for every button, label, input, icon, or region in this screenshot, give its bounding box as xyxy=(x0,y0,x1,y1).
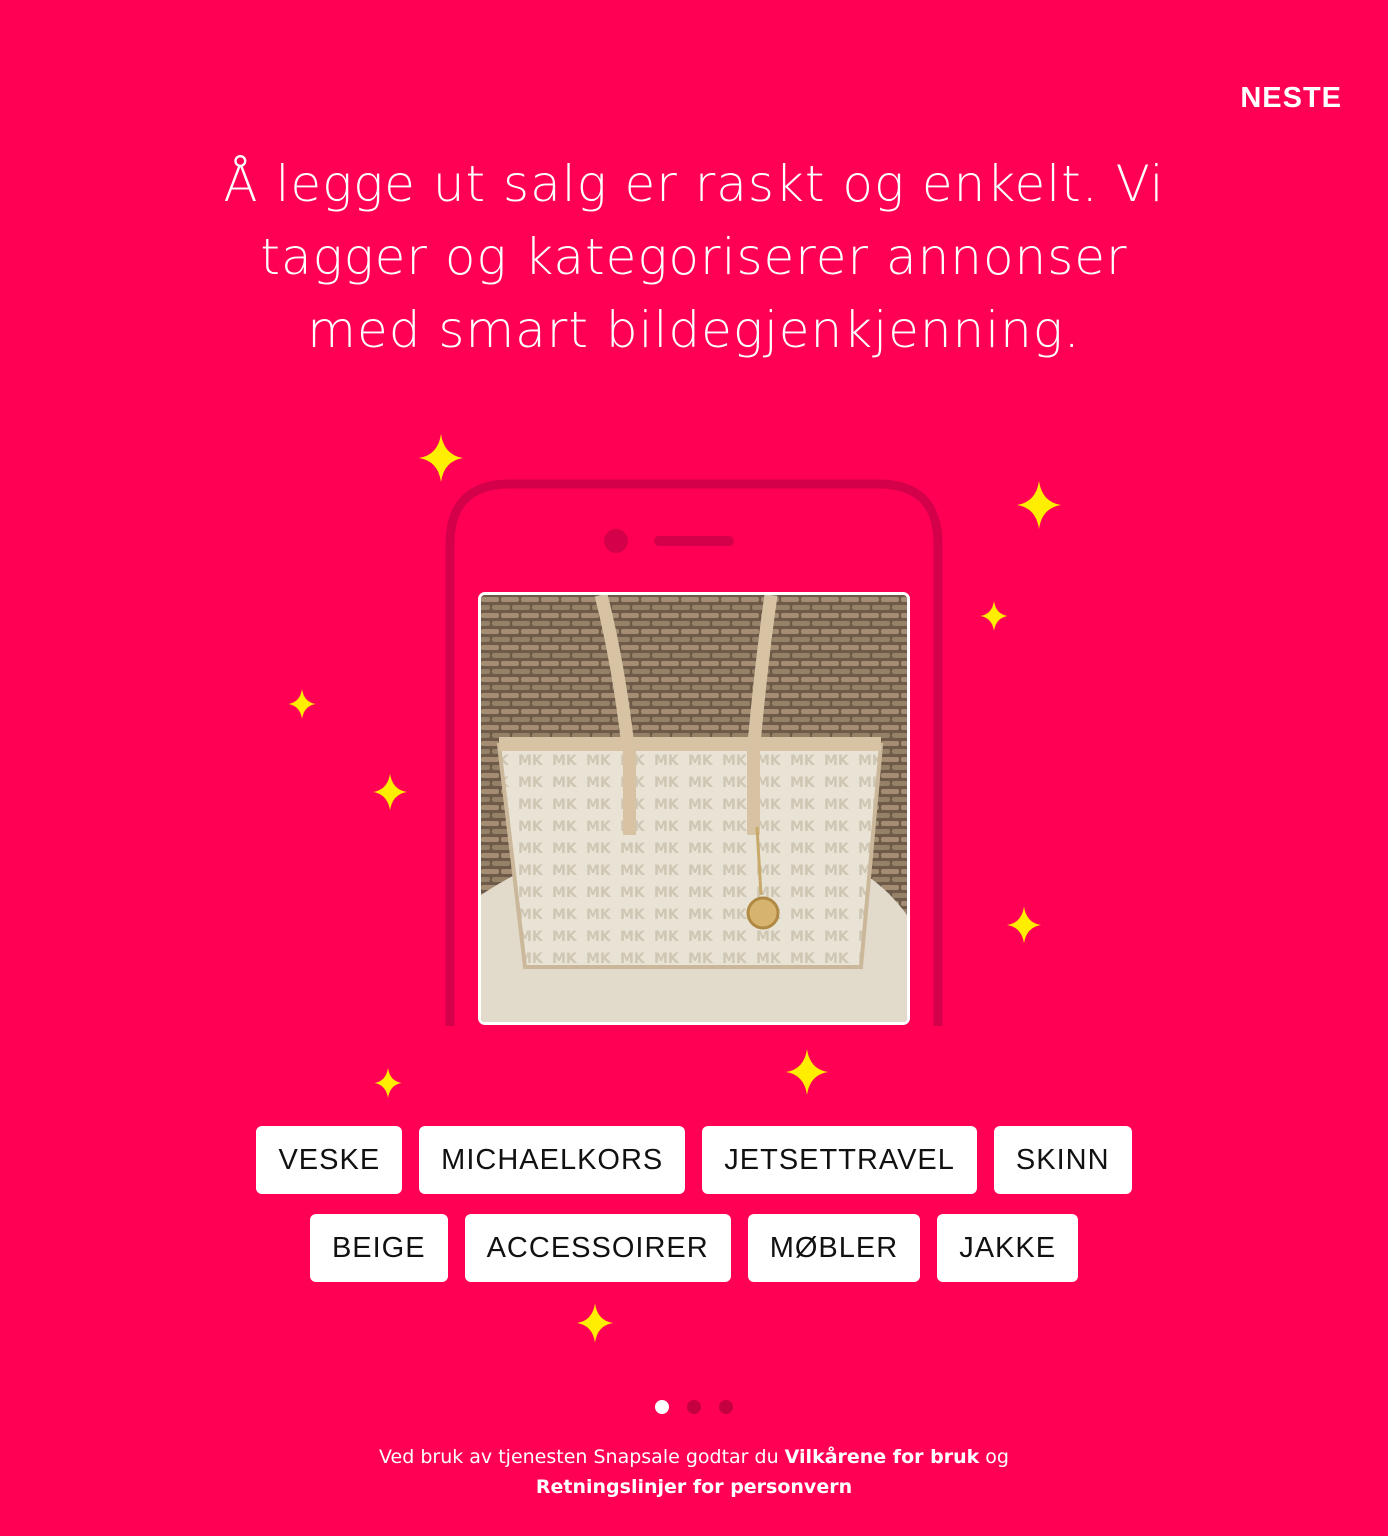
page-dot[interactable] xyxy=(687,1400,701,1414)
tag-list: BEIGE ACCESSOIRER MØBLER JAKKE xyxy=(0,1214,1388,1282)
sparkle-icon xyxy=(980,601,1008,631)
product-photo: MK xyxy=(478,592,910,1025)
sparkle-icon xyxy=(374,1068,402,1098)
tag-chip[interactable]: BEIGE xyxy=(309,1214,448,1282)
tag-chip[interactable]: VESKE xyxy=(256,1126,403,1194)
page-indicator xyxy=(0,1400,1388,1414)
sparkle-icon xyxy=(373,773,407,811)
page-dot-active[interactable] xyxy=(655,1400,669,1414)
terms-text: Ved bruk av tjenesten Snapsale godtar du xyxy=(379,1446,785,1468)
sparkle-icon xyxy=(419,434,463,482)
tag-list: VESKE MICHAELKORS JETSETTRAVEL SKINN xyxy=(0,1126,1388,1194)
tag-chip[interactable]: JAKKE xyxy=(937,1214,1079,1282)
terms-of-use-link[interactable]: Vilkårene for bruk xyxy=(785,1446,980,1468)
privacy-policy-link[interactable]: Retningslinjer for personvern xyxy=(536,1476,852,1498)
tag-chip[interactable]: ACCESSOIRER xyxy=(464,1214,731,1282)
tag-chip[interactable]: MØBLER xyxy=(747,1214,921,1282)
tag-chip[interactable]: MICHAELKORS xyxy=(419,1126,686,1194)
sparkle-icon xyxy=(577,1303,613,1343)
page-dot[interactable] xyxy=(719,1400,733,1414)
tag-chip[interactable]: JETSETTRAVEL xyxy=(702,1126,977,1194)
onboarding-headline: Å legge ut salg er raskt og enkelt. Vi t… xyxy=(223,155,1165,359)
tag-chip[interactable]: SKINN xyxy=(993,1126,1132,1194)
terms-text: og xyxy=(979,1446,1009,1468)
sparkle-icon xyxy=(1007,906,1041,944)
terms-notice: Ved bruk av tjenesten Snapsale godtar du… xyxy=(344,1442,1044,1502)
sparkle-icon xyxy=(786,1049,828,1095)
next-button[interactable]: NESTE xyxy=(1240,82,1342,115)
sparkle-icon xyxy=(1017,481,1061,529)
handbag-image: MK xyxy=(481,595,907,1022)
sparkle-icon xyxy=(288,689,316,719)
